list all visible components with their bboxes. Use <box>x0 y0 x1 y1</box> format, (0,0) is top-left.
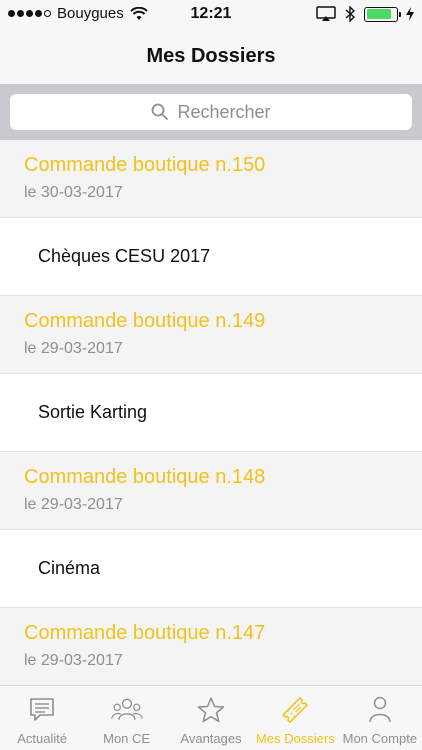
order-title: Commande boutique n.149 <box>24 310 266 332</box>
order-title: Commande boutique n.147 <box>24 622 266 644</box>
list-item-order[interactable]: Commande boutique n.147 le 29-03-2017 <box>0 608 422 685</box>
order-date: le 29-03-2017 <box>24 652 123 669</box>
tab-bar: Actualité Mon CE Avantages Mes Dossiers <box>0 685 422 750</box>
charging-icon <box>406 7 414 21</box>
person-icon <box>369 696 391 723</box>
tab-label: Mes Dossiers <box>256 731 335 746</box>
wifi-icon <box>130 6 148 20</box>
list-item[interactable]: Cinéma <box>0 530 422 608</box>
message-icon <box>30 698 55 721</box>
page-title: Mes Dossiers <box>146 44 276 67</box>
order-date: le 29-03-2017 <box>24 496 123 513</box>
list-item-order[interactable]: Commande boutique n.148 le 29-03-2017 <box>0 452 422 530</box>
group-icon <box>110 698 143 720</box>
item-label: Cinéma <box>38 558 101 578</box>
navigation-bar: Mes Dossiers <box>0 28 422 84</box>
item-label: Sortie Karting <box>38 402 148 422</box>
ticket-icon <box>282 697 309 723</box>
order-date: le 29-03-2017 <box>24 340 123 357</box>
tab-mes-dossiers[interactable]: Mes Dossiers <box>253 686 337 750</box>
bluetooth-icon <box>345 6 356 22</box>
list-item[interactable]: Chèques CESU 2017 <box>0 218 422 296</box>
list-item[interactable]: Sortie Karting <box>0 374 422 452</box>
search-input[interactable]: Rechercher <box>10 94 412 130</box>
search-placeholder: Rechercher <box>177 101 271 122</box>
airplay-icon <box>316 6 336 21</box>
tab-avantages[interactable]: Avantages <box>169 686 253 750</box>
star-icon <box>197 697 225 723</box>
status-left: Bouygues <box>8 5 148 22</box>
item-label: Chèques CESU 2017 <box>38 246 211 266</box>
list-item-order[interactable]: Commande boutique n.149 le 29-03-2017 <box>0 296 422 374</box>
order-date: le 30-03-2017 <box>24 184 123 201</box>
tab-label: Avantages <box>180 731 242 746</box>
status-bar: Bouygues 12:21 <box>0 0 422 28</box>
tab-actualite[interactable]: Actualité <box>0 686 84 750</box>
order-title: Commande boutique n.150 <box>24 154 266 176</box>
battery-icon <box>364 6 401 22</box>
battery-fill <box>366 9 392 19</box>
carrier-name: Bouygues <box>57 5 124 22</box>
tab-label: Mon Compte <box>342 731 418 746</box>
tab-mon-compte[interactable]: Mon Compte <box>338 686 422 750</box>
order-title: Commande boutique n.148 <box>24 466 266 488</box>
signal-icon <box>8 10 51 17</box>
list-item-order[interactable]: Commande boutique n.150 le 30-03-2017 <box>0 140 422 218</box>
tab-label: Mon CE <box>103 731 151 746</box>
search-bar: Rechercher <box>0 84 422 140</box>
search-icon <box>152 103 169 121</box>
tab-mon-ce[interactable]: Mon CE <box>84 686 168 750</box>
tab-label: Actualité <box>17 731 68 746</box>
dossier-list: Commande boutique n.150 le 30-03-2017 Ch… <box>0 140 422 685</box>
status-right <box>316 6 414 22</box>
